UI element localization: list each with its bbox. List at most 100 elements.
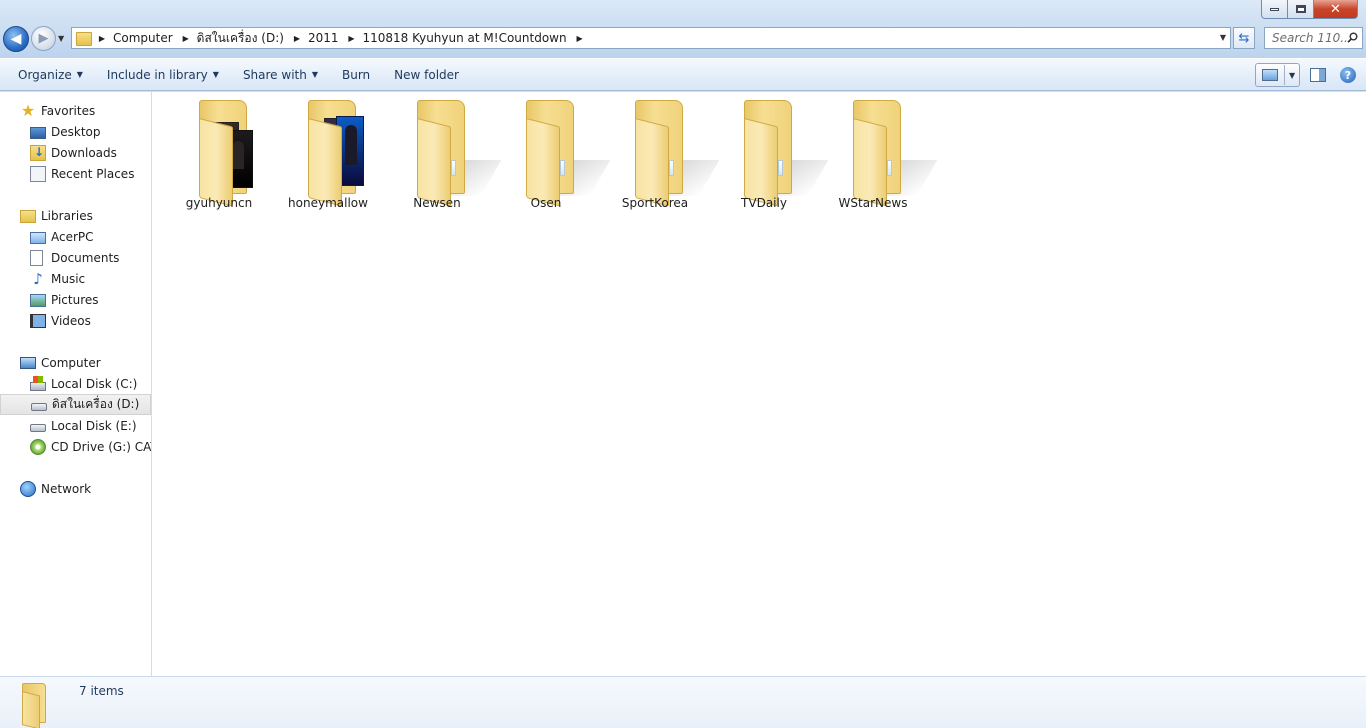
include-in-library-button[interactable]: Include in library ▼ [98, 63, 228, 87]
share-with-button[interactable]: Share with ▼ [234, 63, 327, 87]
forward-button[interactable]: ▶ [31, 26, 56, 51]
breadcrumb-current-folder[interactable]: 110818 Kyuhyun at M!Countdown [358, 31, 572, 45]
nav-cd-drive-g[interactable]: CD Drive (G:) CAT 0 [0, 436, 151, 457]
folder-name: WStarNews [838, 196, 908, 210]
folder-item[interactable]: Newsen [391, 98, 502, 216]
back-button[interactable]: ◀ [3, 26, 29, 52]
nav-acerpc[interactable]: AcerPC [0, 226, 151, 247]
cd-drive-icon [30, 438, 46, 455]
nav-music[interactable]: ♪ Music [0, 268, 151, 289]
burn-label: Burn [342, 67, 371, 82]
nav-label: Pictures [51, 292, 99, 307]
nav-computer[interactable]: Computer [0, 352, 151, 373]
minimize-icon [1270, 7, 1279, 11]
share-with-label: Share with [242, 67, 307, 82]
nav-local-disk-d[interactable]: ดิสในเครื่อง (D:) [0, 394, 151, 415]
folder-item[interactable]: WStarNews [827, 98, 938, 216]
nav-network[interactable]: Network [0, 478, 151, 499]
breadcrumb-drive-d[interactable]: ดิสในเครื่อง (D:) [193, 29, 290, 48]
breadcrumb-arrow-icon[interactable]: ▶ [573, 34, 587, 43]
folder-item[interactable]: TVDaily [718, 98, 829, 216]
nav-label: Local Disk (C:) [51, 376, 138, 391]
computer-icon [20, 357, 36, 369]
folder-name: honeymallow [288, 196, 368, 210]
computer-icon [30, 231, 46, 244]
item-count: 7 items [79, 684, 124, 698]
folder-paper [887, 160, 892, 176]
minimize-button[interactable] [1261, 0, 1288, 19]
folder-item[interactable]: honeymallow [282, 98, 374, 216]
burn-button[interactable]: Burn [333, 63, 379, 87]
new-folder-button[interactable]: New folder [385, 63, 468, 87]
breadcrumb-computer[interactable]: Computer [109, 31, 179, 45]
nav-label: CD Drive (G:) CAT 0 [51, 439, 151, 454]
close-button[interactable]: ✕ [1314, 0, 1358, 19]
divider [1284, 65, 1285, 85]
nav-downloads[interactable]: Downloads [0, 142, 151, 163]
breadcrumb-2011[interactable]: 2011 [304, 31, 345, 45]
nav-favorites[interactable]: ★ Favorites [0, 100, 151, 121]
help-icon: ? [1340, 67, 1356, 83]
breadcrumb-arrow-icon[interactable]: ▶ [95, 34, 109, 43]
nav-recent-places[interactable]: Recent Places [0, 163, 151, 184]
breadcrumb-arrow-icon[interactable]: ▶ [179, 34, 193, 43]
nav-local-disk-c[interactable]: Local Disk (C:) [0, 373, 151, 394]
folder-front [526, 118, 560, 207]
folder-item[interactable]: SportKorea [609, 98, 720, 216]
folder-front [853, 118, 887, 207]
pictures-icon [30, 294, 46, 307]
help-button[interactable]: ? [1336, 63, 1360, 87]
folder-icon [75, 31, 92, 46]
chevron-down-icon: ▼ [58, 34, 65, 43]
close-icon: ✕ [1330, 1, 1341, 17]
preview-pane-button[interactable] [1306, 63, 1330, 87]
maximize-icon [1295, 5, 1306, 13]
nav-label: Libraries [41, 208, 93, 223]
preview-pane-icon [1310, 68, 1326, 82]
address-bar[interactable]: ▶ Computer ▶ ดิสในเครื่อง (D:) ▶ 2011 ▶ … [71, 27, 1231, 49]
folder-icon [304, 100, 364, 207]
folder-item[interactable]: gyuhyuncn [173, 98, 265, 216]
organize-button[interactable]: Organize ▼ [9, 63, 92, 87]
folder-icon [195, 100, 255, 207]
breadcrumb-arrow-icon[interactable]: ▶ [290, 34, 304, 43]
nav-label: Favorites [41, 103, 96, 118]
nav-documents[interactable]: Documents [0, 247, 151, 268]
address-dropdown-icon[interactable]: ▼ [1220, 33, 1226, 42]
search-icon [1347, 32, 1358, 43]
maximize-button[interactable] [1288, 0, 1314, 19]
nav-desktop[interactable]: Desktop [0, 121, 151, 142]
star-icon: ★ [20, 100, 36, 120]
window-controls: ✕ [1261, 0, 1358, 19]
folder-paper [778, 160, 783, 176]
document-icon [30, 249, 43, 266]
folder-icon [522, 100, 611, 207]
navigation-pane: ★ Favorites Desktop Downloads Recent Plac… [0, 92, 152, 676]
nav-label: Local Disk (E:) [51, 418, 137, 433]
search-input[interactable]: Search 110... [1264, 27, 1363, 49]
nav-label: Network [41, 481, 92, 496]
nav-local-disk-e[interactable]: Local Disk (E:) [0, 415, 151, 436]
refresh-button[interactable]: ⇆ [1233, 27, 1255, 49]
view-controls: ▼ ? [1255, 63, 1360, 87]
details-pane: 7 items [0, 676, 1366, 728]
search-placeholder: Search 110... [1272, 31, 1352, 45]
folder-front [199, 118, 233, 207]
music-icon: ♪ [33, 269, 43, 288]
folder-name: SportKorea [621, 196, 689, 210]
recent-pages-dropdown[interactable]: ▼ [58, 34, 68, 43]
chevron-down-icon[interactable]: ▼ [1289, 71, 1295, 80]
nav-label: Recent Places [51, 166, 135, 181]
recent-places-icon [30, 165, 46, 182]
nav-libraries[interactable]: Libraries [0, 205, 151, 226]
folder-name: Osen [530, 196, 562, 210]
folder-item[interactable]: Osen [500, 98, 611, 216]
nav-pictures[interactable]: Pictures [0, 289, 151, 310]
nav-videos[interactable]: Videos [0, 310, 151, 331]
nav-label: Videos [51, 313, 91, 328]
folder-icon [849, 100, 938, 207]
desktop-icon [30, 126, 46, 139]
change-view-button[interactable]: ▼ [1255, 63, 1300, 87]
include-in-library-label: Include in library [106, 67, 208, 82]
breadcrumb-arrow-icon[interactable]: ▶ [344, 34, 358, 43]
